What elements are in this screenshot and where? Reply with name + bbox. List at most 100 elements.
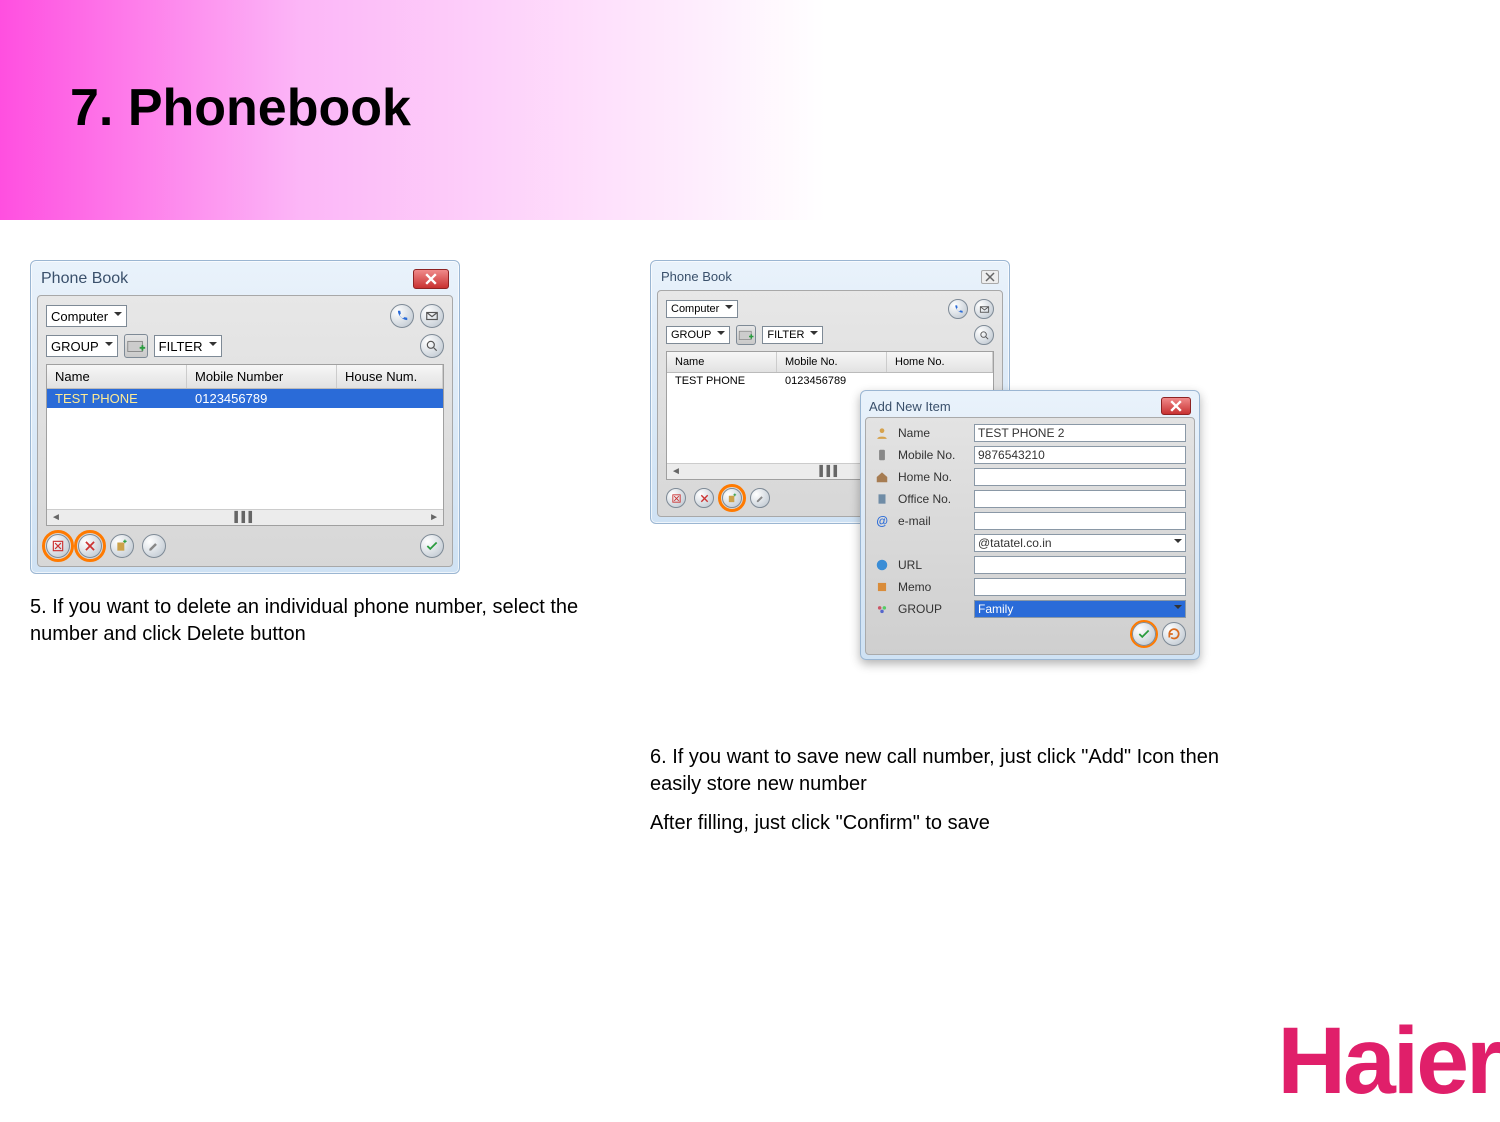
add-new-item-dialog: Add New Item Name TEST PHONE 2 Mobile No.… [860,390,1200,660]
label: Memo [898,580,966,594]
logo-text: Haier [1277,1007,1500,1116]
group-select[interactable]: Family [974,600,1186,618]
add-folder-icon [737,326,755,344]
cell-mobile: 0123456789 [187,389,337,408]
undo-icon [1167,627,1181,641]
memo-input[interactable] [974,578,1186,596]
globe-icon [874,557,890,573]
add-group-button[interactable] [124,334,148,358]
toolbar [46,534,444,558]
url-input[interactable] [974,556,1186,574]
table-row[interactable] [47,426,443,444]
delete-all-button[interactable] [666,488,686,508]
cell-name: TEST PHONE [47,389,187,408]
label: GROUP [898,602,966,616]
search-icon [979,330,990,341]
add-icon [727,493,738,504]
right-wrap: Phone Book Computer GROUP [650,260,1010,524]
table-row[interactable] [47,408,443,426]
location-dropdown[interactable]: Computer [666,300,738,318]
home-input[interactable] [974,468,1186,486]
filter-dropdown[interactable]: FILTER [154,335,222,357]
label: Mobile No. [898,448,966,462]
add-button[interactable] [110,534,134,558]
confirm-button[interactable] [1132,622,1156,646]
table-row[interactable]: TEST PHONE 0123456789 [47,389,443,408]
add-icon [115,539,129,553]
email-domain-select[interactable]: @tatatel.co.in [974,534,1186,552]
delete-button[interactable] [694,488,714,508]
dialog-header: Add New Item [865,395,1195,417]
close-icon [985,272,995,282]
col-name[interactable]: Name [47,365,187,388]
window-header: Phone Book [37,267,453,295]
table-row[interactable] [47,462,443,480]
close-icon [1170,400,1182,412]
col-home[interactable]: Home No. [887,352,993,372]
table-row[interactable] [47,480,443,498]
check-icon [425,539,439,553]
filter-row: GROUP FILTER [46,334,444,358]
search-button[interactable] [974,325,994,345]
col-house[interactable]: House Num. [337,365,443,388]
column-left: Phone Book Computer GROUP [30,260,590,837]
add-row-mobile: Mobile No. 9876543210 [874,446,1186,464]
cell-home [887,373,993,391]
group-dropdown[interactable]: GROUP [46,335,118,357]
mail-button[interactable] [420,304,444,328]
delete-all-icon [671,493,682,504]
haier-logo: Haier [1277,1007,1500,1116]
close-button[interactable] [1161,397,1191,415]
edit-button[interactable] [750,488,770,508]
at-icon: @ [874,513,890,529]
phone-button[interactable] [390,304,414,328]
label: Office No. [898,492,966,506]
label: URL [898,558,966,572]
filter-dropdown[interactable]: FILTER [762,326,823,344]
confirm-button[interactable] [420,534,444,558]
delete-button[interactable] [78,534,102,558]
add-button[interactable] [722,488,742,508]
location-dropdown[interactable]: Computer [46,305,127,327]
add-row-email-domain: @tatatel.co.in [874,534,1186,552]
mail-button[interactable] [974,299,994,319]
add-row-email: @e-mail [874,512,1186,530]
add-row-group: GROUP Family [874,600,1186,618]
cancel-button[interactable] [1162,622,1186,646]
cell-mobile: 0123456789 [777,373,887,391]
delete-all-button[interactable] [46,534,70,558]
col-mobile[interactable]: Mobile No. [777,352,887,372]
delete-icon [699,493,710,504]
phone-button[interactable] [948,299,968,319]
close-button[interactable] [413,269,449,289]
table-row[interactable] [47,444,443,462]
table-header: Name Mobile No. Home No. [667,352,993,373]
mobile-input[interactable]: 9876543210 [974,446,1186,464]
phone-icon [395,309,409,323]
search-button[interactable] [420,334,444,358]
label: Name [898,426,966,440]
add-group-button[interactable] [736,325,756,345]
email-input[interactable] [974,512,1186,530]
memo-icon [874,579,890,595]
group-dropdown[interactable]: GROUP [666,326,730,344]
add-row-office: Office No. [874,490,1186,508]
office-input[interactable] [974,490,1186,508]
content-area: Phone Book Computer GROUP [0,260,1500,837]
close-button[interactable] [981,270,999,284]
cell-house [337,389,443,408]
add-row-name: Name TEST PHONE 2 [874,424,1186,442]
name-input[interactable]: TEST PHONE 2 [974,424,1186,442]
edit-icon [147,539,161,553]
col-name[interactable]: Name [667,352,777,372]
person-icon [874,425,890,441]
table-header: Name Mobile Number House Num. [47,365,443,389]
horizontal-scrollbar[interactable]: ◄▌▌▌► [47,509,443,525]
mail-icon [979,304,990,315]
table-row[interactable]: TEST PHONE 0123456789 [667,373,993,391]
edit-button[interactable] [142,534,166,558]
filter-row: GROUP FILTER [666,325,994,345]
col-mobile[interactable]: Mobile Number [187,365,337,388]
caption-step6: 6. If you want to save new call number, … [650,744,1250,798]
add-row-memo: Memo [874,578,1186,596]
